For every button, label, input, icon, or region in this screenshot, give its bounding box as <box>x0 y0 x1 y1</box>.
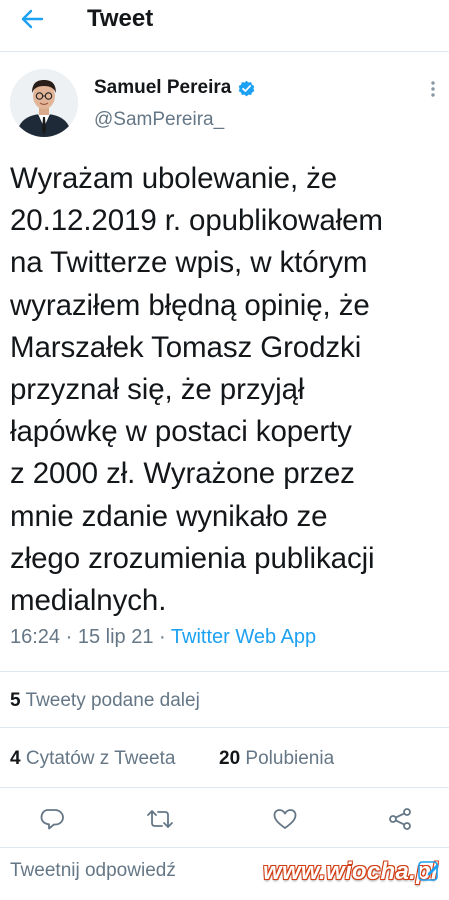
arrow-left-icon <box>21 9 44 29</box>
retweet-icon <box>147 810 173 828</box>
more-options-button[interactable] <box>424 78 442 102</box>
stats-divider <box>0 727 449 728</box>
header-divider <box>0 51 449 52</box>
quotes-stat[interactable]: 4 Cytatów z Tweeta <box>10 748 175 770</box>
actions-divider <box>0 847 449 848</box>
like-icon <box>273 809 297 829</box>
compose-reply-button[interactable] <box>416 858 442 884</box>
source-app-link[interactable]: Twitter Web App <box>171 626 316 648</box>
compose-icon <box>418 861 439 881</box>
stats-bottom-divider <box>0 787 449 788</box>
reply-icon <box>40 809 64 830</box>
reply-button[interactable] <box>35 804 69 834</box>
reply-placeholder: Tweetnij odpowiedź <box>10 860 176 881</box>
meta-separator: · <box>159 626 166 648</box>
author-name-row[interactable]: Samuel Pereira <box>94 77 256 99</box>
retweet-button[interactable] <box>143 804 177 834</box>
page-title: Tweet <box>87 5 154 32</box>
quotes-label: Cytatów z Tweeta <box>25 748 176 769</box>
likes-label: Polubienia <box>245 748 335 769</box>
likes-stat[interactable]: 20 Polubienia <box>219 748 334 770</box>
back-button[interactable] <box>14 4 50 34</box>
author-handle[interactable]: @SamPereira_ <box>94 109 224 131</box>
avatar-image <box>10 69 78 137</box>
retweets-label: Tweety podane dalej <box>25 690 200 711</box>
like-button[interactable] <box>268 804 302 834</box>
tweet-date: 15 lip 21 <box>77 626 154 648</box>
tweet-actions-bar <box>0 800 449 840</box>
retweets-count: 5 <box>10 690 21 711</box>
meta-separator: · <box>65 626 73 648</box>
retweets-stat[interactable]: 5 Tweety podane dalej <box>10 690 200 712</box>
quotes-count: 4 <box>10 748 21 769</box>
watermark: www.wiocha.pl <box>263 858 439 885</box>
avatar[interactable] <box>10 69 78 137</box>
verified-badge-icon <box>239 80 255 96</box>
top-bar: Tweet <box>0 0 449 42</box>
author-name[interactable]: Samuel Pereira <box>94 77 231 99</box>
share-icon <box>389 808 411 830</box>
likes-count: 20 <box>219 748 241 769</box>
share-button[interactable] <box>383 804 417 834</box>
tweet-text: Wyrażam ubolewanie, że 20.12.2019 r. opu… <box>10 162 383 618</box>
tweet-time: 16:24 <box>10 626 61 648</box>
more-vertical-icon <box>431 81 435 97</box>
tweet-meta: 16:24 · 15 lip 21 · Twitter Web App <box>10 626 316 649</box>
meta-divider <box>0 671 449 672</box>
